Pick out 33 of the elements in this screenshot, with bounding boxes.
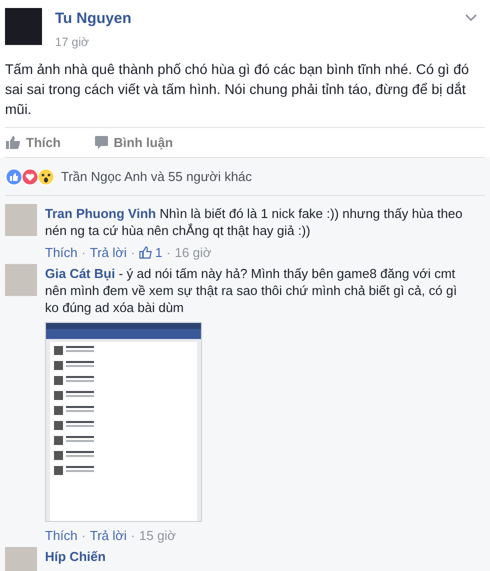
avatar-image[interactable] (5, 264, 37, 296)
comment-text: Gia Cát Bụi - ý ad nói tấm này hả? Mình thấy bên game8 đăng với cmt nên mình đem về xem sự thật ra sao thôi chứ mình chả biết gì cả, có gì ko đúng ad xóa bài dùm (45, 265, 458, 316)
like-link[interactable]: Thích (45, 527, 78, 544)
reply-link[interactable]: Trả lời (90, 244, 127, 261)
post-text: Tấm ảnh nhà quê thành phố chó hùa gì đó các bạn bình tĩnh nhé. Có gì đó sai sai trong cách viết và tấm hình. Nói chung phải tỉnh táo, đừng để bị dắt mũi. (5, 60, 470, 119)
comment-button[interactable]: Bình luận (94, 132, 173, 152)
reaction-summary[interactable]: Trần Ngọc Anh và 55 người khác (61, 166, 252, 186)
like-count: 1 (155, 244, 162, 261)
reply-link[interactable]: Trả lời (90, 527, 127, 544)
comment-author[interactable]: Tran Phuong Vinh (45, 206, 156, 221)
caret-icon[interactable] (465, 14, 477, 22)
avatar-image[interactable] (5, 8, 42, 45)
like-link[interactable]: Thích (45, 244, 78, 261)
comment-time[interactable]: 15 giờ (139, 527, 176, 544)
separator-dot: · (130, 244, 136, 261)
author-name[interactable]: Tu Nguyen (55, 10, 132, 28)
thumbs-up-icon (6, 136, 20, 149)
avatar-image[interactable] (5, 204, 37, 236)
screenshot-drawing[interactable] (45, 322, 202, 522)
separator-dot: · (82, 244, 86, 261)
comment-author[interactable]: Híp Chiến (45, 549, 106, 564)
speech-bubble-icon (94, 136, 108, 149)
separator-dot: · (82, 527, 86, 544)
avatar-image[interactable] (5, 547, 37, 571)
thumbs-up-icon (139, 246, 152, 259)
separator-dot: · (130, 527, 136, 544)
reaction-icons (5, 168, 55, 186)
like-button[interactable]: Thích (6, 132, 61, 152)
separator-dot: · (166, 244, 171, 261)
comment-author[interactable]: Gia Cát Bụi (45, 266, 116, 281)
post-time[interactable]: 17 giờ (55, 33, 132, 51)
comment-time[interactable]: 16 giờ (174, 244, 212, 261)
comment-text: Tran Phuong Vinh Nhìn là biết đó là 1 nick fake :)) nhưng thấy hùa theo nén ng ta cứ hùa nên chẮng qt thật hay giả :)) (45, 205, 464, 239)
